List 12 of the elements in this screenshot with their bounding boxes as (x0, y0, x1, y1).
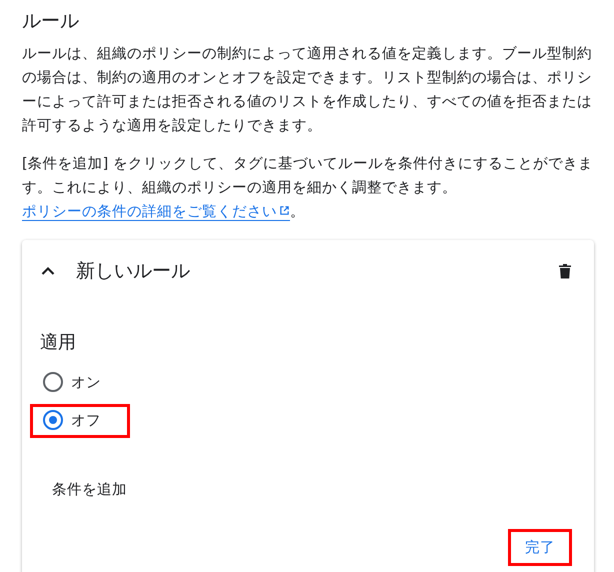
done-button[interactable]: 完了 (508, 529, 572, 566)
description-paragraph: ルールは、組織のポリシーの制約によって適用される値を定義します。ブール型制約の場合は、制約の適用のオンとオフを設定できます。リスト型制約の場合は、ポリシーによって許可または拒否される値のリストを作成したり、すべての値を拒否または許可するような適用を設定したりできます。 (22, 44, 593, 136)
enforcement-label: 適用 (40, 331, 77, 354)
add-condition-button[interactable]: 条件を追加 (52, 474, 127, 505)
rule-title: 新しいルール (76, 259, 191, 284)
section-title: ルール (22, 9, 80, 34)
radio-option[interactable]: オン (30, 366, 130, 400)
description-paragraph: [条件を追加] をクリックして、タグに基づいてルールを条件付きにすることができます。これにより、組織のポリシーの適用を細かく調整できます。 ポリシーの条件の詳細をご覧ください 。 (22, 155, 594, 223)
details-link[interactable]: ポリシーの条件の詳細をご覧ください (22, 204, 290, 221)
external-link-icon (279, 205, 290, 216)
radio-option[interactable]: オフ (30, 404, 130, 438)
trash-icon[interactable] (558, 263, 572, 279)
